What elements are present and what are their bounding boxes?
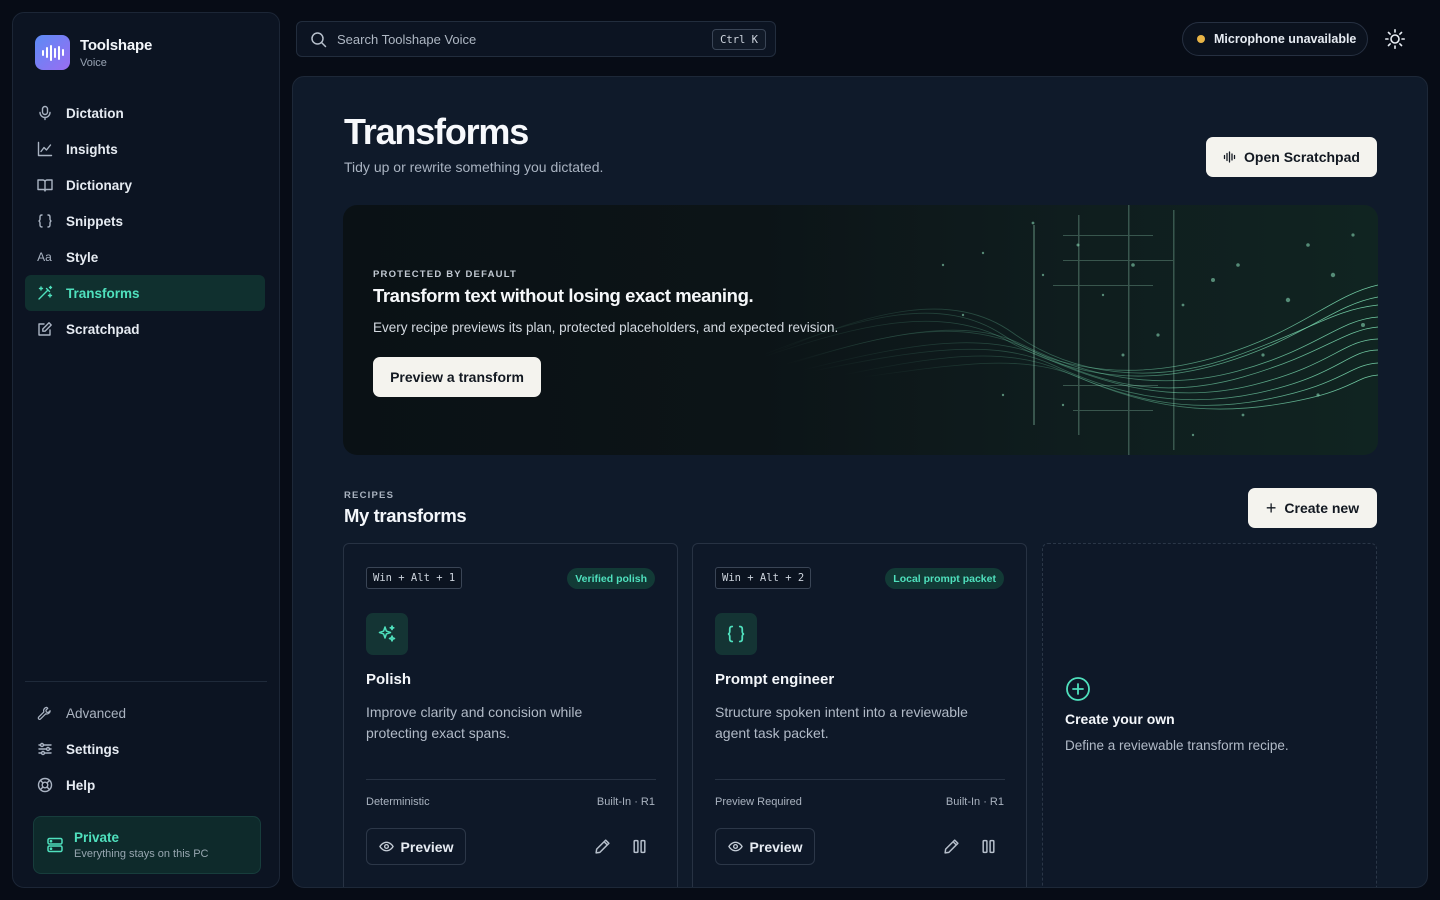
sidebar-item-label: Style [66,249,99,265]
braces-icon [715,613,757,655]
preview-button[interactable]: Preview [715,828,815,865]
create-your-own-card[interactable]: Create your own Define a reviewable tran… [1042,543,1377,887]
eye-icon [727,839,743,854]
pencil-icon[interactable] [594,838,611,855]
sidebar-item-snippets[interactable]: Snippets [25,203,265,239]
status-dot [1197,35,1205,43]
create-new-button[interactable]: + Create new [1248,488,1377,528]
sidebar-item-label: Advanced [66,705,127,721]
sidebar-item-settings[interactable]: Settings [25,731,265,767]
open-scratchpad-label: Open Scratchpad [1244,149,1360,165]
search-shortcut-kbd: Ctrl K [712,29,766,50]
shortcut-kbd: Win + Alt + 1 [366,567,463,589]
create-new-label: Create new [1284,500,1360,516]
book-open-icon [36,177,53,194]
create-your-own-description: Define a reviewable transform recipe. [1065,738,1289,753]
sidebar-item-style[interactable]: Aa Style [25,239,265,275]
sidebar-item-dictation[interactable]: Dictation [25,95,265,131]
sidebar-item-label: Snippets [66,213,124,229]
page-subtitle: Tidy up or rewrite something you dictate… [344,159,604,175]
sidebar-item-label: Help [66,777,96,793]
search-icon [310,31,327,48]
sidebar-item-label: Scratchpad [66,321,140,337]
waveform-icon [1223,150,1237,164]
preview-label: Preview [749,838,803,855]
private-title: Private [74,830,120,845]
plus-icon: + [1265,498,1277,518]
card-mode: Deterministic [366,796,430,808]
card-version: Built-In · R1 [596,796,655,808]
pause-icon[interactable] [631,838,648,855]
pencil-icon[interactable] [943,838,960,855]
sidebar-item-label: Insights [66,141,118,157]
sidebar-item-label: Settings [66,741,120,757]
hero-title: Transform text without losing exact mean… [373,285,754,306]
sidebar-item-insights[interactable]: Insights [25,131,265,167]
recipes-eyebrow: RECIPES [344,490,395,501]
create-your-own-title: Create your own [1065,711,1175,727]
search-placeholder: Search Toolshape Voice [337,31,477,47]
card-description: Improve clarity and concision while prot… [366,704,583,741]
sidebar-item-label: Dictation [66,105,124,121]
private-status-card[interactable]: Private Everything stays on this PC [33,816,261,874]
sun-icon[interactable] [1384,28,1406,50]
brand-name: Toolshape [80,36,153,54]
brand-subtitle: Voice [80,56,107,69]
card-description: Structure spoken intent into a reviewabl… [715,704,968,741]
hero-description: Every recipe previews its plan, protecte… [373,320,839,335]
server-icon [46,836,64,854]
shortcut-kbd: Win + Alt + 2 [715,567,812,589]
main-panel: Transforms Tidy up or rewrite something … [292,76,1428,888]
wrench-icon [36,705,53,722]
sidebar-item-advanced[interactable]: Advanced [25,695,265,731]
recipes-title: My transforms [344,505,467,526]
search-input[interactable]: Search Toolshape Voice Ctrl K [296,21,776,57]
sidebar-item-scratchpad[interactable]: Scratchpad [25,311,265,347]
open-scratchpad-button[interactable]: Open Scratchpad [1206,137,1377,177]
sparkles-icon [366,613,408,655]
page-title: Transforms [344,111,529,152]
recipe-card-prompt-engineer[interactable]: Win + Alt + 2 Local prompt packet Prompt… [692,543,1027,887]
lifebuoy-icon [36,777,53,794]
sidebar-nav: Dictation Insights Dictionary Snippets A… [25,95,265,347]
text-aa-icon: Aa [37,250,52,264]
hero-eyebrow: PROTECTED BY DEFAULT [373,269,517,280]
sidebar-item-label: Dictionary [66,177,133,193]
microphone-status-text: Microphone unavailable [1214,32,1357,46]
sliders-icon [36,741,53,758]
sidebar-divider [25,681,267,682]
status-badge: Local prompt packet [885,568,1004,589]
edit-square-icon [36,321,53,338]
braces-icon [36,213,53,230]
card-version: Built-In · R1 [945,796,1004,808]
recipe-card-polish[interactable]: Win + Alt + 1 Verified polish Polish Imp… [343,543,678,887]
microphone-icon [36,105,53,122]
private-subtitle: Everything stays on this PC [74,848,209,860]
card-mode: Preview Required [715,796,802,808]
card-title: Prompt engineer [715,671,835,688]
pause-icon[interactable] [980,838,997,855]
brand[interactable]: Toolshape Voice [35,35,152,70]
sidebar-item-dictionary[interactable]: Dictionary [25,167,265,203]
eye-icon [378,839,394,854]
waveform-icon [35,35,70,70]
status-badge: Verified polish [567,568,655,589]
sidebar-item-help[interactable]: Help [25,767,265,803]
sidebar-item-label: Transforms [66,285,140,301]
sidebar-item-transforms[interactable]: Transforms [25,275,265,311]
hero-banner: PROTECTED BY DEFAULT Transform text with… [343,205,1378,455]
microphone-status-pill[interactable]: Microphone unavailable [1182,22,1368,56]
card-divider [715,779,1005,780]
wand-sparkle-icon [36,285,53,302]
preview-label: Preview [400,838,454,855]
sidebar: Toolshape Voice Dictation Insights Dicti… [12,12,280,888]
plus-circle-icon [1065,676,1091,702]
line-chart-icon [36,141,53,158]
preview-button[interactable]: Preview [366,828,466,865]
preview-transform-button[interactable]: Preview a transform [373,357,541,397]
sidebar-bottom-nav: Advanced Settings Help [25,695,265,803]
card-title: Polish [366,671,412,688]
card-divider [366,779,656,780]
